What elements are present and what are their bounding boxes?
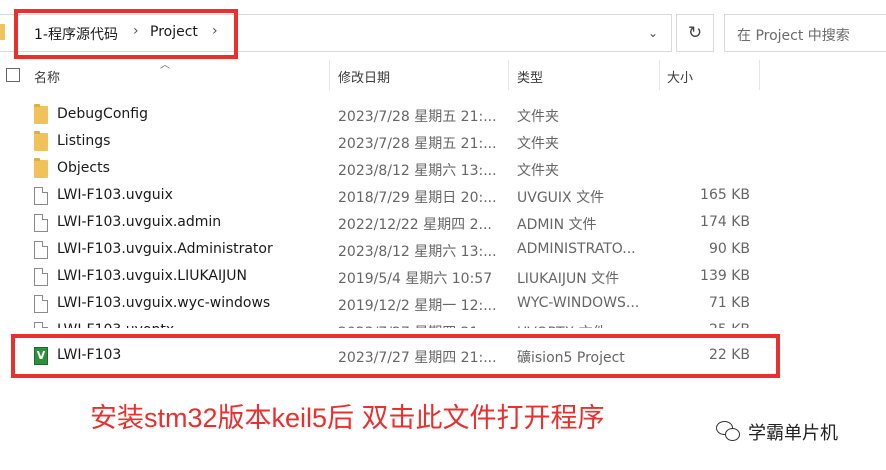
folder-icon: [34, 158, 48, 178]
file-type: ADMIN 文件: [517, 217, 597, 233]
column-date[interactable]: 修改日期: [338, 67, 390, 86]
search-input[interactable]: 在 Project 中搜索: [724, 14, 886, 52]
search-placeholder: 在 Project 中搜索: [737, 28, 850, 44]
file-name: Listings: [57, 133, 111, 149]
file-type: 文件夹: [517, 163, 559, 179]
chevron-down-icon[interactable]: ⌄: [648, 26, 658, 40]
file-type: UVOPTX 文件: [517, 322, 655, 328]
file-size: 71 KB: [708, 295, 750, 311]
file-name: LWI-F103.uvguix: [57, 187, 173, 203]
file-name: LWI-F103.uvguix.wyc-windows: [57, 295, 271, 311]
select-all-checkbox[interactable]: [6, 68, 20, 82]
file-row[interactable]: LWI-F103.uvguix.wyc-windows 2019/12/2 星期一…: [0, 291, 886, 318]
file-date: 2018/7/29 星期日 20:...: [338, 190, 497, 206]
file-row[interactable]: LWI-F103.uvguix.LIUKAIJUN 2019/5/4 星期六 10…: [0, 264, 886, 291]
file-type: 文件夹: [517, 109, 559, 125]
address-highlight-box: [14, 9, 238, 59]
file-name: LWI-F103.uvguix.admin: [57, 214, 222, 230]
file-size: 25 KB: [662, 322, 750, 328]
file-name: LWI-F103.uvguix.LIUKAIJUN: [57, 268, 247, 284]
column-divider[interactable]: [508, 60, 509, 90]
watermark: 学霸单片机: [716, 418, 838, 446]
file-icon: [34, 295, 48, 313]
file-row[interactable]: LWI-F103.uvoptx 2023/7/27 星期四 21:... UVOPT…: [0, 318, 886, 328]
file-date: 2023/7/28 星期五 21:...: [338, 109, 497, 125]
wechat-icon: [716, 421, 742, 443]
file-type: LIUKAIJUN 文件: [517, 271, 620, 287]
file-type: WYC-WINDOWS...: [517, 295, 640, 311]
file-icon: [34, 187, 48, 205]
file-type: 文件夹: [517, 136, 559, 152]
file-date: 2019/12/2 星期一 12:...: [338, 298, 497, 314]
file-name: DebugConfig: [57, 106, 148, 122]
file-name: Objects: [57, 160, 110, 176]
column-header: ︿ 名称 修改日期 类型 大小: [0, 60, 886, 92]
file-size: 139 KB: [700, 268, 750, 284]
file-type: ADMINISTRATO...: [517, 241, 636, 257]
file-name: LWI-F103.uvoptx: [57, 322, 174, 328]
file-row[interactable]: LWI-F103.uvguix.Administrator 2023/8/12 星…: [0, 237, 886, 264]
project-file-highlight-box: [11, 334, 780, 378]
file-size: 174 KB: [700, 214, 750, 230]
column-size[interactable]: 大小: [667, 67, 693, 86]
file-size: 165 KB: [700, 187, 750, 203]
file-icon: [34, 241, 48, 259]
file-date: 2023/7/28 星期五 21:...: [338, 136, 497, 152]
column-type[interactable]: 类型: [517, 67, 543, 86]
file-name: LWI-F103.uvguix.Administrator: [57, 241, 273, 257]
file-icon: [34, 322, 48, 328]
file-date: 2019/5/4 星期六 10:57: [338, 271, 493, 287]
file-row[interactable]: LWI-F103.uvguix.admin 2022/12/22 星期四 2...…: [0, 210, 886, 237]
column-name[interactable]: 名称: [34, 67, 60, 86]
folder-icon: [34, 104, 48, 124]
file-date: 2023/8/12 星期六 13:...: [338, 244, 497, 260]
file-row[interactable]: LWI-F103.uvguix 2018/7/29 星期日 20:... UVGUI…: [0, 183, 886, 210]
instruction-caption: 安装stm32版本keil5后 双击此文件打开程序: [90, 403, 605, 433]
file-row[interactable]: Listings 2023/7/28 星期五 21:... 文件夹: [0, 129, 886, 156]
file-row[interactable]: Objects 2023/8/12 星期六 13:... 文件夹: [0, 156, 886, 183]
column-divider[interactable]: [329, 60, 330, 90]
refresh-icon: ↻: [687, 23, 703, 43]
file-type: UVGUIX 文件: [517, 190, 605, 206]
column-divider[interactable]: [659, 60, 660, 90]
folder-icon: [34, 131, 48, 151]
file-date: 2023/8/12 星期六 13:...: [338, 163, 497, 179]
file-date: 2023/7/27 星期四 21:...: [338, 322, 506, 328]
file-row[interactable]: DebugConfig 2023/7/28 星期五 21:... 文件夹: [0, 102, 886, 129]
file-size: 90 KB: [708, 241, 750, 257]
column-divider[interactable]: [759, 60, 760, 90]
folder-icon: [0, 24, 5, 40]
refresh-button[interactable]: ↻: [676, 14, 714, 52]
watermark-text: 学霸单片机: [748, 423, 838, 444]
file-icon: [34, 214, 48, 232]
file-date: 2022/12/22 星期四 2...: [338, 217, 492, 233]
file-icon: [34, 268, 48, 286]
